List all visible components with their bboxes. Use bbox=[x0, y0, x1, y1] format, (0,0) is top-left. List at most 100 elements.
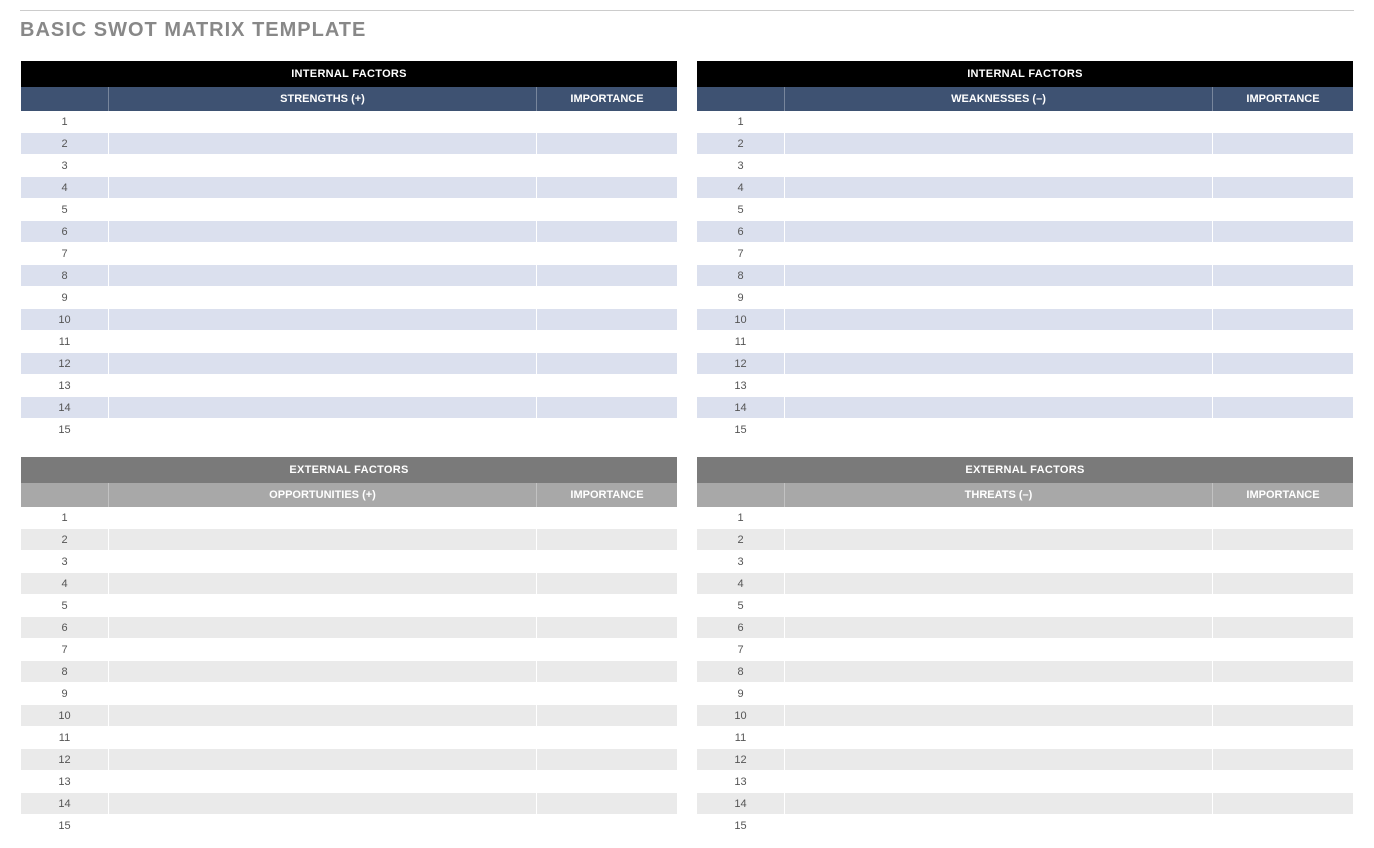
weaknesses-row-importance-cell[interactable] bbox=[1213, 155, 1353, 177]
opportunities-row-importance-cell[interactable] bbox=[537, 793, 677, 815]
weaknesses-row-desc-cell[interactable] bbox=[785, 177, 1213, 199]
opportunities-row-importance-cell[interactable] bbox=[537, 639, 677, 661]
threats-row-importance-cell[interactable] bbox=[1213, 727, 1353, 749]
weaknesses-row-desc-cell[interactable] bbox=[785, 397, 1213, 419]
opportunities-row-importance-cell[interactable] bbox=[537, 815, 677, 837]
weaknesses-row-desc-cell[interactable] bbox=[785, 111, 1213, 133]
threats-row-importance-cell[interactable] bbox=[1213, 793, 1353, 815]
threats-row-desc-cell[interactable] bbox=[785, 661, 1213, 683]
threats-row-desc-cell[interactable] bbox=[785, 595, 1213, 617]
opportunities-row-importance-cell[interactable] bbox=[537, 727, 677, 749]
weaknesses-row-desc-cell[interactable] bbox=[785, 199, 1213, 221]
strengths-row-importance-cell[interactable] bbox=[537, 419, 677, 441]
strengths-row-importance-cell[interactable] bbox=[537, 375, 677, 397]
threats-row-importance-cell[interactable] bbox=[1213, 705, 1353, 727]
weaknesses-row-importance-cell[interactable] bbox=[1213, 309, 1353, 331]
opportunities-row-desc-cell[interactable] bbox=[109, 727, 537, 749]
weaknesses-row-importance-cell[interactable] bbox=[1213, 287, 1353, 309]
threats-row-desc-cell[interactable] bbox=[785, 573, 1213, 595]
threats-row-importance-cell[interactable] bbox=[1213, 815, 1353, 837]
strengths-row-desc-cell[interactable] bbox=[109, 111, 537, 133]
threats-row-importance-cell[interactable] bbox=[1213, 771, 1353, 793]
weaknesses-row-importance-cell[interactable] bbox=[1213, 133, 1353, 155]
strengths-row-desc-cell[interactable] bbox=[109, 221, 537, 243]
strengths-row-importance-cell[interactable] bbox=[537, 353, 677, 375]
threats-row-desc-cell[interactable] bbox=[785, 529, 1213, 551]
opportunities-row-desc-cell[interactable] bbox=[109, 507, 537, 529]
threats-row-desc-cell[interactable] bbox=[785, 639, 1213, 661]
weaknesses-row-importance-cell[interactable] bbox=[1213, 397, 1353, 419]
threats-row-importance-cell[interactable] bbox=[1213, 573, 1353, 595]
weaknesses-row-importance-cell[interactable] bbox=[1213, 353, 1353, 375]
weaknesses-row-importance-cell[interactable] bbox=[1213, 111, 1353, 133]
opportunities-row-desc-cell[interactable] bbox=[109, 683, 537, 705]
opportunities-row-importance-cell[interactable] bbox=[537, 551, 677, 573]
threats-row-importance-cell[interactable] bbox=[1213, 661, 1353, 683]
opportunities-row-desc-cell[interactable] bbox=[109, 573, 537, 595]
weaknesses-row-importance-cell[interactable] bbox=[1213, 243, 1353, 265]
opportunities-row-desc-cell[interactable] bbox=[109, 793, 537, 815]
strengths-row-desc-cell[interactable] bbox=[109, 177, 537, 199]
strengths-row-importance-cell[interactable] bbox=[537, 155, 677, 177]
strengths-row-importance-cell[interactable] bbox=[537, 133, 677, 155]
strengths-row-desc-cell[interactable] bbox=[109, 265, 537, 287]
strengths-row-desc-cell[interactable] bbox=[109, 397, 537, 419]
opportunities-row-desc-cell[interactable] bbox=[109, 639, 537, 661]
opportunities-row-desc-cell[interactable] bbox=[109, 617, 537, 639]
threats-row-importance-cell[interactable] bbox=[1213, 639, 1353, 661]
weaknesses-row-desc-cell[interactable] bbox=[785, 419, 1213, 441]
opportunities-row-desc-cell[interactable] bbox=[109, 529, 537, 551]
strengths-row-importance-cell[interactable] bbox=[537, 221, 677, 243]
threats-row-importance-cell[interactable] bbox=[1213, 507, 1353, 529]
strengths-row-desc-cell[interactable] bbox=[109, 287, 537, 309]
opportunities-row-importance-cell[interactable] bbox=[537, 683, 677, 705]
opportunities-row-desc-cell[interactable] bbox=[109, 771, 537, 793]
opportunities-row-importance-cell[interactable] bbox=[537, 617, 677, 639]
strengths-row-desc-cell[interactable] bbox=[109, 155, 537, 177]
opportunities-row-importance-cell[interactable] bbox=[537, 507, 677, 529]
opportunities-row-importance-cell[interactable] bbox=[537, 573, 677, 595]
threats-row-importance-cell[interactable] bbox=[1213, 749, 1353, 771]
threats-row-importance-cell[interactable] bbox=[1213, 551, 1353, 573]
weaknesses-row-desc-cell[interactable] bbox=[785, 133, 1213, 155]
weaknesses-row-desc-cell[interactable] bbox=[785, 243, 1213, 265]
opportunities-row-importance-cell[interactable] bbox=[537, 705, 677, 727]
strengths-row-importance-cell[interactable] bbox=[537, 111, 677, 133]
opportunities-row-desc-cell[interactable] bbox=[109, 815, 537, 837]
weaknesses-row-desc-cell[interactable] bbox=[785, 353, 1213, 375]
threats-row-desc-cell[interactable] bbox=[785, 551, 1213, 573]
weaknesses-row-desc-cell[interactable] bbox=[785, 265, 1213, 287]
threats-row-desc-cell[interactable] bbox=[785, 705, 1213, 727]
strengths-row-importance-cell[interactable] bbox=[537, 243, 677, 265]
weaknesses-row-importance-cell[interactable] bbox=[1213, 265, 1353, 287]
strengths-row-importance-cell[interactable] bbox=[537, 287, 677, 309]
weaknesses-row-desc-cell[interactable] bbox=[785, 221, 1213, 243]
strengths-row-desc-cell[interactable] bbox=[109, 419, 537, 441]
threats-row-importance-cell[interactable] bbox=[1213, 529, 1353, 551]
strengths-row-importance-cell[interactable] bbox=[537, 309, 677, 331]
threats-row-desc-cell[interactable] bbox=[785, 771, 1213, 793]
strengths-row-desc-cell[interactable] bbox=[109, 133, 537, 155]
threats-row-desc-cell[interactable] bbox=[785, 727, 1213, 749]
opportunities-row-importance-cell[interactable] bbox=[537, 661, 677, 683]
weaknesses-row-importance-cell[interactable] bbox=[1213, 199, 1353, 221]
threats-row-desc-cell[interactable] bbox=[785, 683, 1213, 705]
threats-row-importance-cell[interactable] bbox=[1213, 595, 1353, 617]
strengths-row-desc-cell[interactable] bbox=[109, 199, 537, 221]
weaknesses-row-importance-cell[interactable] bbox=[1213, 221, 1353, 243]
weaknesses-row-importance-cell[interactable] bbox=[1213, 419, 1353, 441]
opportunities-row-importance-cell[interactable] bbox=[537, 595, 677, 617]
weaknesses-row-desc-cell[interactable] bbox=[785, 155, 1213, 177]
strengths-row-importance-cell[interactable] bbox=[537, 177, 677, 199]
strengths-row-desc-cell[interactable] bbox=[109, 243, 537, 265]
threats-row-desc-cell[interactable] bbox=[785, 617, 1213, 639]
opportunities-row-importance-cell[interactable] bbox=[537, 749, 677, 771]
opportunities-row-importance-cell[interactable] bbox=[537, 771, 677, 793]
weaknesses-row-importance-cell[interactable] bbox=[1213, 375, 1353, 397]
threats-row-desc-cell[interactable] bbox=[785, 815, 1213, 837]
weaknesses-row-desc-cell[interactable] bbox=[785, 375, 1213, 397]
opportunities-row-desc-cell[interactable] bbox=[109, 749, 537, 771]
opportunities-row-desc-cell[interactable] bbox=[109, 551, 537, 573]
threats-row-desc-cell[interactable] bbox=[785, 793, 1213, 815]
threats-row-importance-cell[interactable] bbox=[1213, 617, 1353, 639]
